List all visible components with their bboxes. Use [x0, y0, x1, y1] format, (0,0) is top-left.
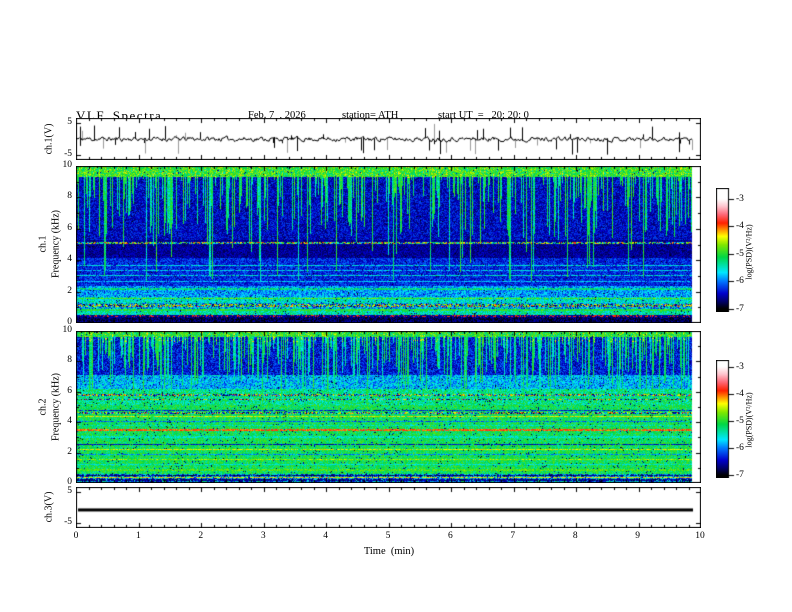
tick-label: -6 [736, 276, 744, 287]
ch1-spectrogram [76, 166, 701, 323]
ch3-waveform-plot [76, 487, 701, 528]
tick-label: -3 [736, 193, 744, 204]
tick-label: 9 [635, 531, 640, 541]
tick-label: 5 [385, 531, 391, 541]
tick-label: -4 [736, 221, 744, 232]
tick-label: -5 [736, 248, 744, 259]
tick-label: 8 [67, 355, 72, 366]
vlf-spectra-figure: VLF Spectra Feb. 7 , 2026 station= ATH s… [0, 0, 792, 612]
tick-label: -5 [64, 148, 72, 159]
tick-label: 4 [67, 254, 72, 265]
tick-label: -6 [736, 443, 744, 454]
tick-label: 7 [510, 531, 516, 541]
tick-label: -5 [64, 516, 72, 527]
tick-label: 0 [73, 531, 79, 541]
tick-label: 10 [62, 325, 73, 335]
colorbar-1 [716, 188, 738, 312]
tick-label: 6 [67, 222, 72, 233]
tick-label: 2 [198, 531, 204, 541]
tick-label: 1 [136, 531, 141, 541]
tick-label: 4 [67, 416, 72, 427]
tick-label: -4 [736, 388, 744, 399]
ch2-spectrogram [76, 331, 701, 483]
tick-label: 8 [572, 531, 578, 541]
tick-label: 10 [695, 531, 705, 541]
tick-label: 8 [67, 191, 72, 202]
tick-label: 10 [62, 160, 73, 170]
spec2-axis-label-frequency: Frequency (kHz) [50, 372, 62, 442]
time-axis-label: Time (min) [363, 546, 415, 557]
tick-label: 4 [323, 531, 328, 541]
tick-label: 3 [260, 531, 266, 541]
ch1-waveform-plot [76, 118, 701, 160]
tick-label: 2 [67, 446, 72, 457]
spec2-axis-label-channel: ch.2 [37, 398, 49, 416]
spec1-axis-label-channel: ch.1 [37, 235, 49, 253]
tick-label: 6 [67, 385, 72, 396]
tick-label: 2 [67, 285, 72, 296]
colorbar-2 [716, 360, 738, 478]
tick-label: 6 [448, 531, 453, 541]
tick-label: -7 [736, 303, 744, 314]
tick-label: -5 [736, 416, 744, 427]
tick-label: 5 [67, 117, 72, 128]
tick-label: -7 [736, 470, 744, 481]
spec1-axis-label-frequency: Frequency (kHz) [50, 209, 62, 279]
tick-label: -3 [736, 361, 744, 372]
tick-label: 5 [67, 486, 72, 497]
